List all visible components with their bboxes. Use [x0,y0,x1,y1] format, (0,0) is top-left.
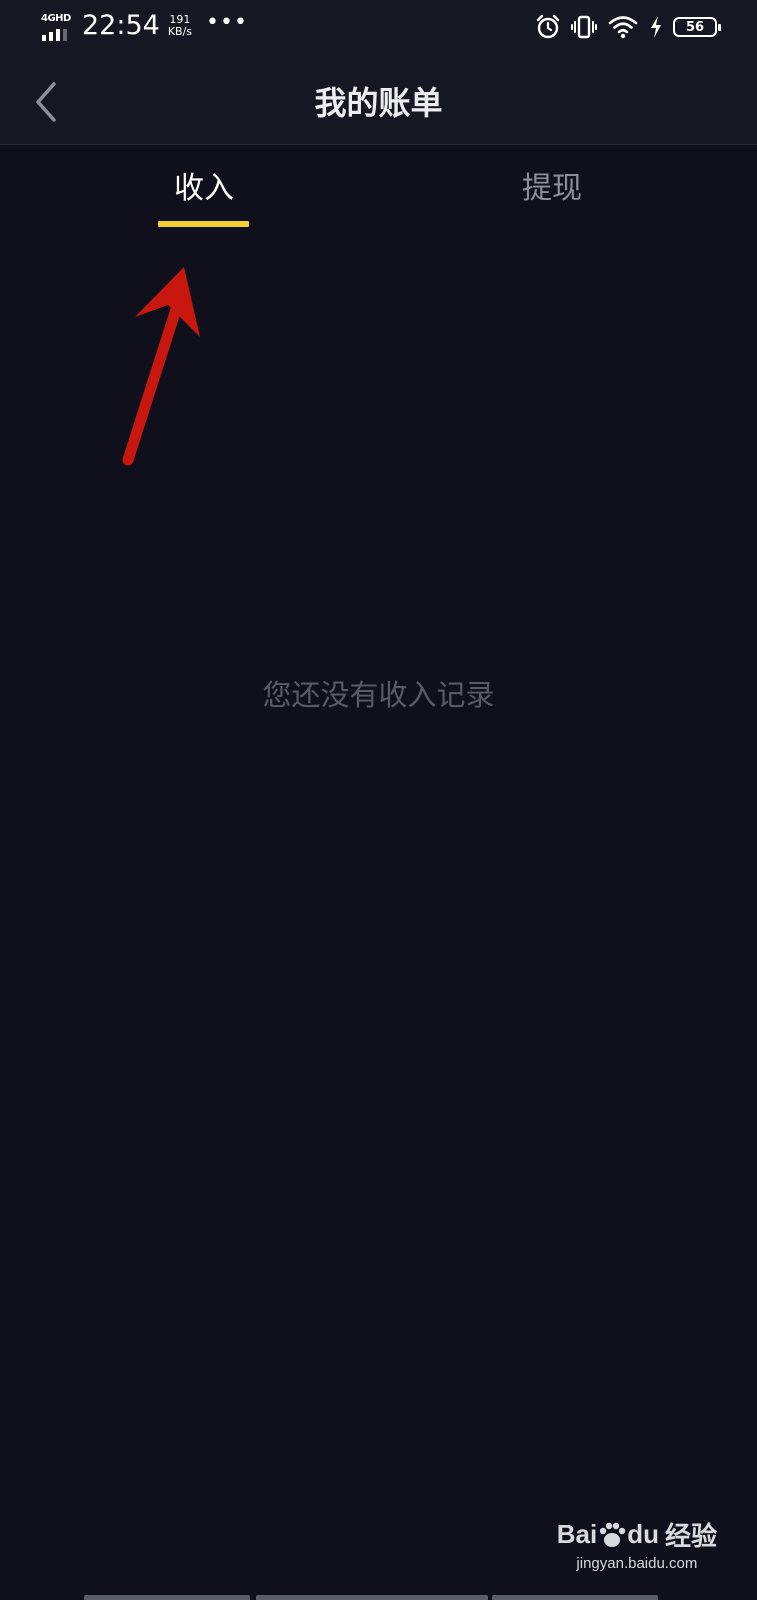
annotation-arrow-icon [122,267,200,466]
more-notifications-icon: ••• [206,10,248,35]
battery-level: 56 [685,19,705,35]
network-speed-value: 191 [169,12,191,26]
status-time: 22:54 [82,10,160,41]
network-type-label: 4GHD [41,12,71,24]
tab-bar: 收入 提现 [0,145,757,230]
watermark-url: jingyan.baidu.com [576,1555,698,1572]
status-right: 56 [535,14,721,40]
active-tab-indicator [158,221,249,227]
battery-icon: 56 [673,17,721,37]
status-bar: 4GHD 22:54 191 KB/s ••• 56 [0,0,757,60]
home-indicator-segment [84,1595,250,1600]
watermark-logo: Bai du 经验 [557,1516,717,1553]
watermark-product: 经验 [664,1521,717,1551]
paw-icon [600,1522,626,1547]
watermark-brand-suffix: du [627,1519,659,1549]
tab-income[interactable]: 收入 [174,163,234,207]
home-indicator-segment [492,1595,658,1600]
watermark-brand: Bai [556,1519,598,1549]
baidu-jingyan-watermark: Bai du 经验 jingyan.baidu.com [557,1516,717,1572]
vibrate-icon [571,15,597,39]
empty-state-message: 您还没有收入记录 [262,678,495,712]
navigation-bar: 我的账单 [0,60,757,145]
cellular-signal-icon: 4GHD [40,11,74,41]
network-speed-unit: KB/s [167,24,193,38]
network-speed: 191 KB/s [167,12,193,38]
alarm-icon [536,14,560,39]
home-indicator-segment [256,1595,488,1600]
status-left: 4GHD 22:54 191 KB/s ••• [40,10,248,41]
tab-withdraw[interactable]: 提现 [522,163,582,207]
page-title: 我的账单 [314,84,443,122]
charging-bolt-icon [651,16,661,38]
wifi-icon [608,16,638,39]
